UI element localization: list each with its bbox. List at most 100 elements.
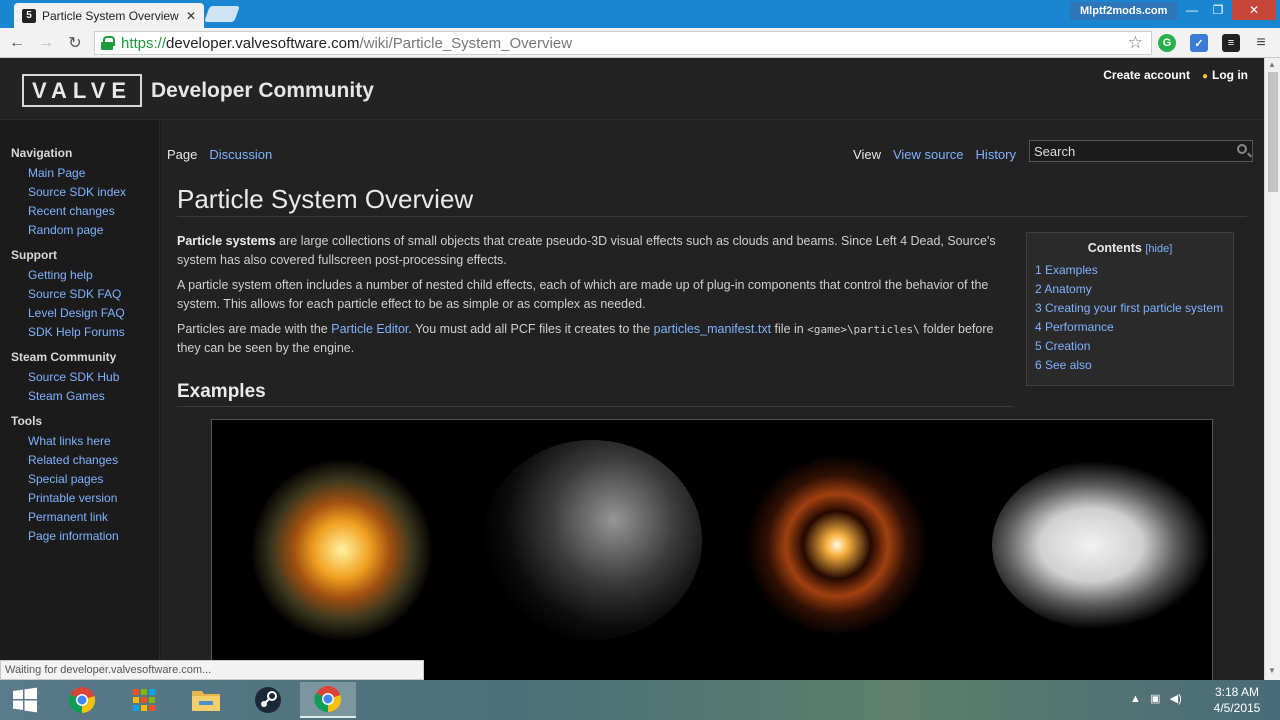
tab-discussion[interactable]: Discussion <box>209 147 272 162</box>
login-link[interactable]: ● Log in <box>1202 68 1248 82</box>
article-intro: Particle systems are large collections o… <box>177 232 1002 364</box>
particles-manifest-link[interactable]: particles_manifest.txt <box>654 322 771 336</box>
sidebar-item-source-sdk-hub[interactable]: Source SDK Hub <box>0 368 159 387</box>
sidebar-section-navigation: Navigation Main Page Source SDK index Re… <box>0 146 159 240</box>
toc-hide-link[interactable]: [hide] <box>1145 243 1172 255</box>
smoke-effect <box>992 460 1212 630</box>
toc-item-anatomy[interactable]: 2 Anatomy <box>1035 280 1225 299</box>
user-links: Create account ● Log in <box>1103 68 1248 82</box>
scroll-thumb[interactable] <box>1268 72 1278 192</box>
sidebar-item-what-links-here[interactable]: What links here <box>0 432 159 451</box>
maximize-icon[interactable]: ❐ <box>1204 0 1232 20</box>
new-tab-button[interactable] <box>204 6 240 22</box>
toc-item-creating[interactable]: 3 Creating your first particle system <box>1035 299 1225 318</box>
table-of-contents: Contents [hide] 1 Examples 2 Anatomy 3 C… <box>1026 232 1234 386</box>
namespace-tabs: Page Discussion <box>167 147 272 162</box>
sidebar-section-support: Support Getting help Source SDK FAQ Leve… <box>0 248 159 342</box>
apps-grid-icon[interactable] <box>116 682 172 718</box>
sidebar-item-source-sdk-index[interactable]: Source SDK index <box>0 183 159 202</box>
browser-tab-strip: 5 Particle System Overview ✕ Mlptf2mods.… <box>0 0 1280 28</box>
toc-item-creation[interactable]: 5 Creation <box>1035 337 1225 356</box>
code-path: <game>\particles\ <box>807 323 920 336</box>
tab-title: Particle System Overview <box>42 8 179 23</box>
search-input[interactable]: Search <box>1029 140 1253 162</box>
login-label: Log in <box>1212 68 1248 82</box>
create-account-link[interactable]: Create account <box>1103 68 1190 82</box>
title-divider <box>177 216 1247 217</box>
tray-expand-icon[interactable]: ▲ <box>1130 693 1141 705</box>
sidebar-heading: Support <box>11 248 57 262</box>
forward-arrow-icon[interactable]: → <box>35 33 57 53</box>
sidebar-heading: Navigation <box>11 146 73 160</box>
system-tray: ▲ ▣ ◀) <box>1130 692 1182 705</box>
paragraph: Particles are made with the Particle Edi… <box>177 320 1002 358</box>
paragraph-text: are large collections of small objects t… <box>177 234 996 267</box>
sidebar-item-related-changes[interactable]: Related changes <box>0 451 159 470</box>
chrome-icon[interactable] <box>54 682 110 718</box>
browser-tab[interactable]: 5 Particle System Overview ✕ <box>14 3 204 28</box>
sidebar: Navigation Main Page Source SDK index Re… <box>0 120 160 680</box>
volume-icon[interactable]: ◀) <box>1170 693 1182 705</box>
taskbar-clock[interactable]: 3:18 AM 4/5/2015 <box>1205 684 1269 716</box>
tab-view[interactable]: View <box>853 147 881 162</box>
profile-button[interactable]: Mlptf2mods.com <box>1070 2 1178 20</box>
site-name: Developer Community <box>151 79 374 102</box>
tab-history[interactable]: History <box>976 147 1016 162</box>
view-tabs: View View source History <box>853 147 1016 162</box>
scroll-up-icon[interactable]: ▲ <box>1268 60 1276 69</box>
back-arrow-icon[interactable]: ← <box>6 33 28 53</box>
paragraph-text: Particles are made with the <box>177 322 332 336</box>
main-content: Page Discussion View View source History… <box>161 120 1264 680</box>
sidebar-item-main-page[interactable]: Main Page <box>0 164 159 183</box>
sidebar-heading: Tools <box>11 414 43 428</box>
scrollbar[interactable]: ▲ ▼ <box>1264 58 1280 680</box>
sidebar-item-level-design-faq[interactable]: Level Design FAQ <box>0 304 159 323</box>
sidebar-item-sdk-help-forums[interactable]: SDK Help Forums <box>0 323 159 342</box>
reload-icon[interactable]: ↻ <box>64 33 86 53</box>
toc-item-examples[interactable]: 1 Examples <box>1035 261 1225 280</box>
bookmark-star-icon[interactable]: ☆ <box>1128 33 1143 53</box>
menu-icon[interactable]: ≡ <box>1252 34 1270 52</box>
bold-term: Particle systems <box>177 234 276 248</box>
sidebar-item-source-sdk-faq[interactable]: Source SDK FAQ <box>0 285 159 304</box>
sidebar-heading: Steam Community <box>11 350 117 364</box>
tab-close-icon[interactable]: ✕ <box>186 9 196 23</box>
particle-editor-link[interactable]: Particle Editor <box>331 322 408 336</box>
valve-favicon-icon: 5 <box>22 8 36 23</box>
address-bar[interactable]: https://developer.valvesoftware.com/wiki… <box>94 31 1152 55</box>
chrome-active-icon[interactable] <box>300 682 356 718</box>
sidebar-item-permanent-link[interactable]: Permanent link <box>0 508 159 527</box>
paragraph-text: . You must add all PCF files it creates … <box>408 322 654 336</box>
tab-view-source[interactable]: View source <box>893 147 964 162</box>
web-page: VALVE Developer Community Create account… <box>0 58 1264 680</box>
layers-extension-icon[interactable]: ≡ <box>1222 34 1240 52</box>
valve-logo[interactable]: VALVE <box>22 74 142 107</box>
grammarly-extension-icon[interactable]: G <box>1158 34 1176 52</box>
close-window-icon[interactable]: ✕ <box>1232 0 1276 20</box>
sidebar-item-getting-help[interactable]: Getting help <box>0 266 159 285</box>
sidebar-item-recent-changes[interactable]: Recent changes <box>0 202 159 221</box>
sidebar-item-special-pages[interactable]: Special pages <box>0 470 159 489</box>
minimize-icon[interactable]: — <box>1178 0 1206 20</box>
steam-icon[interactable] <box>240 682 296 718</box>
sidebar-item-random-page[interactable]: Random page <box>0 221 159 240</box>
toc-title: Contents <box>1087 241 1142 255</box>
site-header: VALVE Developer Community Create account… <box>0 58 1264 120</box>
sidebar-section-steam-community: Steam Community Source SDK Hub Steam Gam… <box>0 350 159 406</box>
search-placeholder: Search <box>1034 143 1076 159</box>
toc-item-see-also[interactable]: 6 See also <box>1035 356 1225 375</box>
scroll-down-icon[interactable]: ▼ <box>1268 666 1276 675</box>
file-explorer-icon[interactable] <box>178 682 234 718</box>
windows-start-icon[interactable] <box>0 682 50 718</box>
network-icon[interactable]: ▣ <box>1150 693 1160 705</box>
toc-item-performance[interactable]: 4 Performance <box>1035 318 1225 337</box>
sidebar-item-printable-version[interactable]: Printable version <box>0 489 159 508</box>
tab-page[interactable]: Page <box>167 147 197 162</box>
search-icon[interactable] <box>1237 144 1247 154</box>
url-path: /wiki/Particle_System_Overview <box>359 34 573 52</box>
sidebar-item-page-information[interactable]: Page information <box>0 527 159 546</box>
user-icon: ● <box>1201 71 1208 82</box>
url-domain: developer.valvesoftware.com <box>166 34 360 52</box>
checkmark-extension-icon[interactable]: ✓ <box>1190 34 1208 52</box>
sidebar-item-steam-games[interactable]: Steam Games <box>0 387 159 406</box>
